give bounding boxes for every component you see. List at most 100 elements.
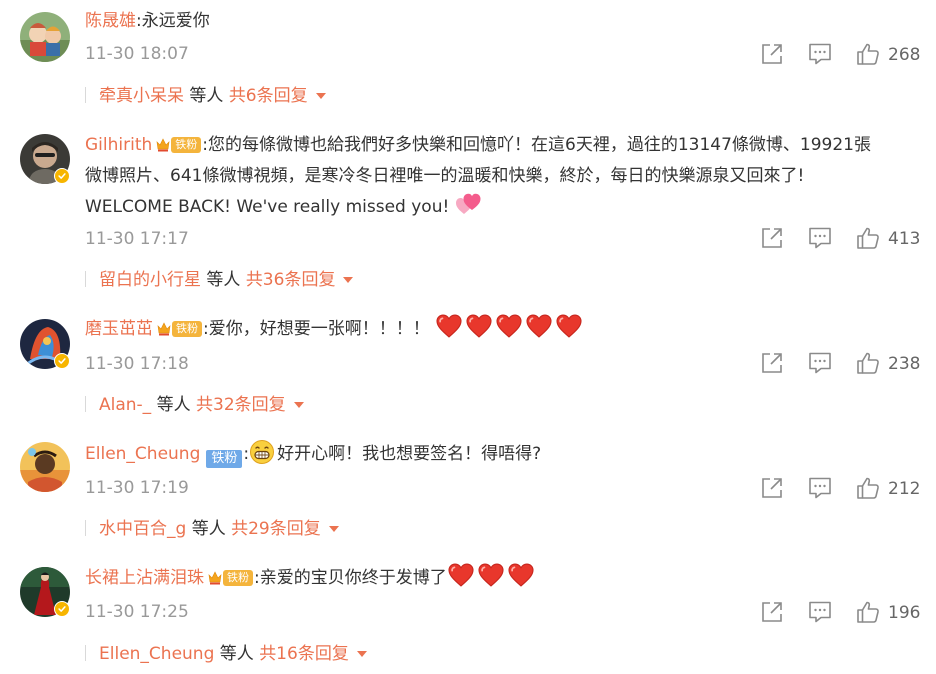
red-heart-icon — [507, 563, 535, 587]
like-count: 268 — [888, 45, 921, 65]
reply-count-link[interactable]: 共6条回复 — [229, 86, 308, 106]
username[interactable]: 长裙上沾满泪珠 — [85, 568, 204, 588]
username[interactable]: Gilhirith — [85, 135, 152, 155]
reply-summary[interactable]: 留白的小行星 等人 共36条回复 — [85, 268, 354, 292]
share-icon[interactable] — [760, 351, 784, 375]
comment-actions: 238 — [760, 351, 920, 377]
red-heart-icon — [495, 314, 523, 338]
comment-text: Ellen_Cheung 铁粉: 好开心啊！我也想要签名！得唔得? — [85, 439, 920, 470]
verified-badge-icon — [54, 353, 70, 369]
thumbs-up-icon[interactable] — [856, 476, 880, 500]
like-count: 196 — [888, 603, 921, 623]
reply-count-link[interactable]: 共36条回复 — [246, 270, 336, 290]
reply-connector: 等人 — [186, 519, 232, 539]
fan-badge[interactable]: 铁粉 — [208, 569, 253, 587]
comment-icon[interactable] — [808, 42, 832, 66]
like-count: 212 — [888, 479, 921, 499]
avatar[interactable] — [20, 442, 70, 492]
thumbs-up-icon[interactable] — [856, 42, 880, 66]
comment-text-line-2: 微博照片、641條微博視頻，是寒冷冬日裡唯一的溫暖和快樂，終於，每日的快樂源泉又… — [85, 166, 805, 186]
fan-badge-label: 铁粉 — [206, 450, 243, 468]
comment-actions: 413 — [760, 226, 920, 252]
comment-item: Gilhirith 铁粉:您的每條微博也給我們好多快樂和回憶吖！在這6天裡，過往的… — [0, 120, 936, 305]
comment-time: 11-30 17:18 — [85, 354, 189, 374]
share-icon[interactable] — [760, 226, 784, 250]
comment-text: 磨玉茁茁 铁粉:爱你，好想要一张啊！！！！ — [85, 314, 920, 345]
comment-time: 11-30 17:19 — [85, 478, 189, 498]
comment-item: 磨玉茁茁 铁粉:爱你，好想要一张啊！！！！ 11-30 17:18 238 Ala… — [0, 305, 936, 430]
reply-summary[interactable]: Alan-_ 等人 共32条回复 — [85, 393, 304, 417]
share-icon[interactable] — [760, 600, 784, 624]
red-heart-icon — [435, 314, 463, 338]
comment-body: :永远爱你 — [136, 11, 210, 31]
share-icon[interactable] — [760, 476, 784, 500]
comment-actions: 212 — [760, 476, 920, 502]
reply-count-link[interactable]: 共16条回复 — [259, 644, 349, 664]
red-heart-icon — [525, 314, 553, 338]
caret-down-icon[interactable] — [343, 277, 354, 283]
comment-text-line-1: Gilhirith 铁粉:您的每條微博也給我們好多快樂和回憶吖！在這6天裡，過往的… — [85, 130, 920, 161]
username[interactable]: 磨玉茁茁 — [85, 319, 153, 339]
reply-user[interactable]: 牵真小呆呆 — [99, 86, 184, 106]
caret-down-icon[interactable] — [293, 402, 304, 408]
thumbs-up-icon[interactable] — [856, 226, 880, 250]
red-heart-icon — [477, 563, 505, 587]
comment-body: 好开心啊！我也想要签名！得唔得? — [277, 444, 542, 464]
verified-badge-icon — [54, 168, 70, 184]
crown-icon — [157, 321, 171, 337]
like-count: 413 — [888, 229, 921, 249]
comment-body: :您的每條微博也給我們好多快樂和回憶吖！在這6天裡，過往的13147條微博、19… — [202, 135, 871, 155]
avatar[interactable] — [20, 12, 70, 62]
red-heart-icon — [447, 563, 475, 587]
reply-user[interactable]: Ellen_Cheung — [99, 644, 214, 664]
reply-divider — [85, 271, 86, 287]
reply-divider — [85, 396, 86, 412]
comment-body-english: WELCOME BACK! We've really missed you! — [85, 197, 450, 217]
fan-badge-label: 铁粉 — [172, 321, 202, 337]
comment-text: 长裙上沾满泪珠 铁粉:亲爱的宝贝你终于发博了 — [85, 563, 920, 594]
reply-divider — [85, 645, 86, 661]
reply-connector: 等人 — [201, 270, 246, 290]
comment-time: 11-30 17:25 — [85, 602, 189, 622]
caret-down-icon[interactable] — [315, 93, 326, 99]
pink-hearts-emoji-icon — [455, 193, 481, 214]
reply-divider — [85, 87, 86, 103]
red-heart-icon — [465, 314, 493, 338]
comment-time: 11-30 18:07 — [85, 44, 189, 64]
caret-down-icon[interactable] — [328, 526, 339, 532]
comment-time: 11-30 17:17 — [85, 229, 189, 249]
reply-count-link[interactable]: 共32条回复 — [196, 395, 286, 415]
comment-actions: 268 — [760, 42, 920, 68]
grinning-face-emoji-icon — [250, 440, 275, 464]
fan-badge[interactable]: 铁粉 — [206, 450, 243, 468]
fan-badge[interactable]: 铁粉 — [156, 136, 202, 154]
reply-summary[interactable]: 牵真小呆呆 等人 共6条回复 — [85, 84, 326, 108]
reply-summary[interactable]: 水中百合_g 等人 共29条回复 — [85, 517, 339, 541]
crown-icon — [156, 137, 170, 153]
comment-icon[interactable] — [808, 226, 832, 250]
reply-user[interactable]: 留白的小行星 — [99, 270, 201, 290]
thumbs-up-icon[interactable] — [856, 600, 880, 624]
comment-text-line-3: WELCOME BACK! We've really missed you! — [85, 192, 920, 223]
like-count: 238 — [888, 354, 921, 374]
caret-down-icon[interactable] — [356, 651, 367, 657]
thumbs-up-icon[interactable] — [856, 351, 880, 375]
reply-count-link[interactable]: 共29条回复 — [231, 519, 321, 539]
reply-user[interactable]: Alan-_ — [99, 395, 151, 415]
reply-divider — [85, 520, 86, 536]
fan-badge[interactable]: 铁粉 — [157, 320, 202, 338]
comment-icon[interactable] — [808, 476, 832, 500]
comment-actions: 196 — [760, 600, 920, 626]
fan-badge-label: 铁粉 — [171, 137, 202, 153]
crown-icon — [208, 570, 222, 586]
comment-icon[interactable] — [808, 351, 832, 375]
reply-summary[interactable]: Ellen_Cheung 等人 共16条回复 — [85, 642, 367, 666]
share-icon[interactable] — [760, 42, 784, 66]
comment-icon[interactable] — [808, 600, 832, 624]
username[interactable]: Ellen_Cheung — [85, 444, 200, 464]
username[interactable]: 陈晟雄 — [85, 11, 136, 31]
reply-user[interactable]: 水中百合_g — [99, 519, 186, 539]
comment-body: :爱你，好想要一张啊！！！！ — [203, 319, 430, 339]
comment-body: :亲爱的宝贝你终于发博了 — [254, 568, 447, 588]
reply-connector: 等人 — [214, 644, 260, 664]
